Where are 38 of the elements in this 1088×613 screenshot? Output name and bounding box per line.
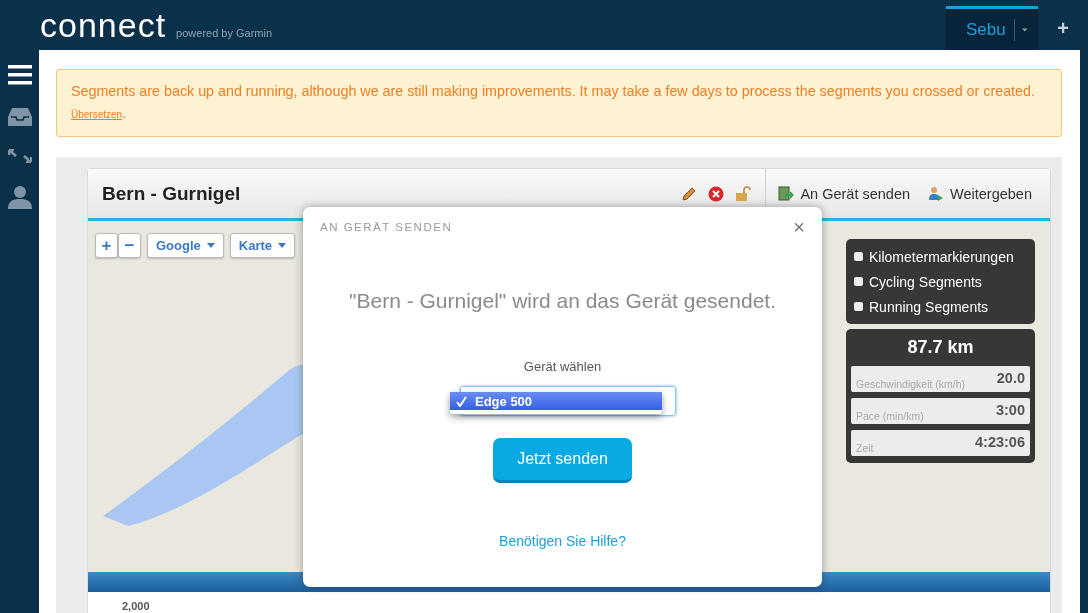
send-to-device-link[interactable]: An Gerät senden <box>778 185 911 202</box>
device-arrow-icon <box>778 185 795 202</box>
padlock-icon[interactable] <box>735 185 752 202</box>
zoom-in-button[interactable]: + <box>95 233 118 258</box>
axis-label: 2,000 <box>122 600 150 612</box>
arrows-icon[interactable] <box>7 149 32 163</box>
zoom-out-button[interactable]: − <box>118 233 141 258</box>
layer-checkbox[interactable]: Running Segments <box>854 294 1027 319</box>
pencil-icon[interactable] <box>681 185 698 202</box>
stat-field[interactable]: Pace (min/km) 3:00 <box>851 398 1030 424</box>
stat-field[interactable]: Geschwindigkeit (km/h) 20.0 <box>851 366 1030 392</box>
map-provider-dropdown[interactable]: Google <box>147 233 224 258</box>
stat-field[interactable]: Zeit 4:23:06 <box>851 430 1030 456</box>
dialog-title: AN GERÄT SENDEN <box>320 221 453 233</box>
inbox-icon[interactable] <box>7 107 32 127</box>
logo-tagline: powered by Garmin <box>176 27 273 39</box>
layer-checkbox[interactable]: Kilometermarkierungen <box>854 244 1027 269</box>
menu-icon[interactable] <box>7 65 32 85</box>
check-icon <box>456 395 467 407</box>
close-button[interactable]: × <box>793 219 805 235</box>
distance-value: 87.7 km <box>906 337 975 358</box>
course-title: Bern - Gurnigel <box>102 182 242 205</box>
user-tab[interactable]: Sebu <box>946 6 1038 50</box>
dropdown-option[interactable]: Edge 500 <box>450 392 662 410</box>
device-select[interactable] <box>460 386 676 416</box>
add-button[interactable]: + <box>1038 6 1088 50</box>
person-icon[interactable] <box>7 185 32 209</box>
caret-icon <box>278 243 287 248</box>
share-link[interactable]: Weitergeben <box>928 185 1032 202</box>
caret-icon <box>206 243 215 248</box>
logo[interactable]: connect <box>40 8 167 42</box>
dialog-message: "Bern - Gurnigel" wird an das Gerät gesendet. <box>349 289 776 313</box>
layer-checkbox[interactable]: Cycling Segments <box>854 269 1027 294</box>
map-type-dropdown[interactable]: Karte <box>229 233 296 258</box>
delete-icon[interactable] <box>708 185 725 202</box>
select-label: Gerät wählen <box>523 359 602 374</box>
caret-icon[interactable] <box>1022 27 1028 32</box>
notice-text: Segments are back up and running, although we are still making improvements. It may take a few days to process the segments you crossed or created. Übersetzen. <box>71 82 1036 123</box>
